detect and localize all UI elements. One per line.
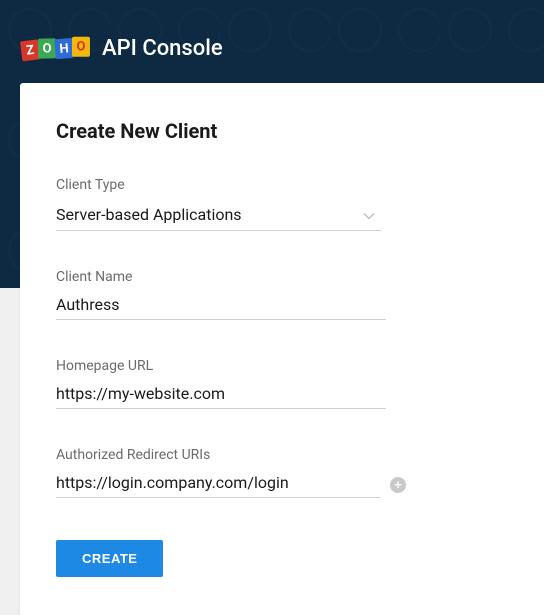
zoho-logo: Z O H O [22,36,91,60]
client-name-input[interactable] [56,293,386,320]
homepage-url-label: Homepage URL [56,358,508,374]
app-title: API Console [102,36,223,61]
client-type-select[interactable]: Server-based Applications [56,201,381,231]
client-name-label: Client Name [56,269,508,285]
redirect-uri-input[interactable] [56,471,380,498]
add-uri-button[interactable]: + [390,477,406,493]
client-type-group: Client Type Server-based Applications [56,177,508,231]
plus-icon: + [394,478,402,492]
page-title: Create New Client [56,119,508,143]
logo-tile-o2: O [72,36,90,56]
homepage-url-group: Homepage URL [56,358,508,409]
app-header: Z O H O API Console [0,0,544,83]
client-type-value: Server-based Applications [56,205,242,224]
client-name-group: Client Name [56,269,508,320]
chevron-down-icon [363,207,375,219]
client-type-label: Client Type [56,177,508,193]
redirect-uri-row: + [56,471,406,498]
create-button[interactable]: CREATE [56,540,163,577]
create-client-card: Create New Client Client Type Server-bas… [20,83,544,615]
homepage-url-input[interactable] [56,382,386,409]
redirect-uris-label: Authorized Redirect URIs [56,447,508,463]
redirect-uris-group: Authorized Redirect URIs + [56,447,508,498]
logo-tile-h: H [54,37,74,58]
